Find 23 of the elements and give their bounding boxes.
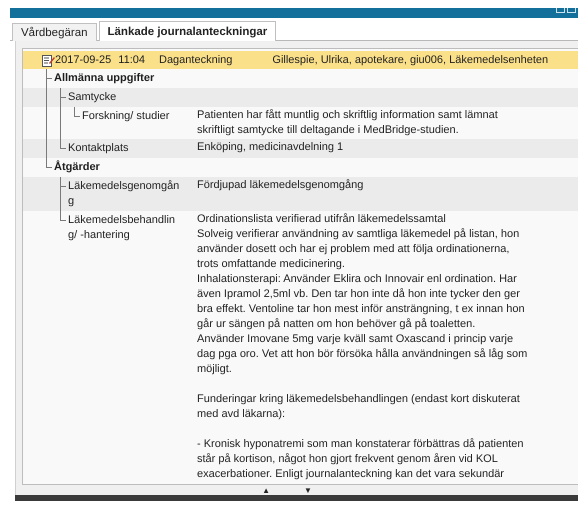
field-label: Samtycke xyxy=(67,90,118,105)
splitter-down-button[interactable]: ▼ xyxy=(304,486,312,495)
section-heading: Åtgärder xyxy=(53,159,101,175)
maximize-icon[interactable] xyxy=(567,8,576,13)
tab[interactable]: Länkade journalanteckningar xyxy=(98,21,276,41)
restore-icon[interactable] xyxy=(556,8,565,13)
tab[interactable]: Vårdbegäran xyxy=(12,23,96,41)
entry-type: Daganteckning xyxy=(159,54,232,66)
entry-author: Gillespie, Ulrika, apotekare, giu006, Läkemedelsenheten xyxy=(272,54,548,66)
splitter-up-button[interactable]: ▲ xyxy=(262,486,270,495)
entry-header[interactable]: 2017-09-25 11:04 Daganteckning Gillespie, Ulrika, apotekare, giu006, Läkemedelsenheten xyxy=(23,51,578,69)
field-value: Ordinationslista verifierad utifrån läkemedelssamtal Solveig verifierar användning av samtliga läkemedel på listan, hon använder dosett och har ej problem med att följa ordinationerna, trots omfattande medicinering. Inhalationsterapi: Använder Eklira och Innovair enl ordination. Har även Ipramol 2,5ml vb. Den tar hon inte då hon inte tycker den ger bra effekt. Ventoline tar hon mest inför ansträngning, t ex innan hon går ur sängen på natten om hon behöver gå på toaletten. Använder Imovane 5mg varje kväll samt Oxascand i princip varje dag pga oro. Vet att hon bör försöka hålla användningen så låg som möjligt. Funderingar kring läkemedelsbehandlingen (endast kort diskuterat med avd läkarna): - Kronisk hyponatremi som man konstaterar förbättras då patienten står på kortison, något hon gjort frekvent genom åren vid KOL exacerbationer. Enligt journalanteckning kan det vara sekundär xyxy=(197,212,528,482)
field-label: Läkemedelsgenomgång xyxy=(67,179,180,209)
section-heading: Allmänna uppgifter xyxy=(53,71,156,86)
note-edit-icon xyxy=(42,54,55,66)
field-value: Enköping, medicinavdelning 1 xyxy=(197,140,344,155)
entry-date: 2017-09-25 xyxy=(55,54,112,66)
entry-time: 11:04 xyxy=(118,54,145,66)
field-label: Forskning/ studier xyxy=(81,109,170,124)
field-value: Patienten har fått muntlig och skriftlig information samt lämnat skriftligt samtycke till deltagande i MedBridge-studien. xyxy=(197,108,499,138)
field-value: Fördjupad läkemedelsgenomgång xyxy=(197,178,364,193)
field-label: Läkemedelsbehandling/ -hantering xyxy=(67,213,176,243)
field-label: Kontaktplats xyxy=(67,141,130,156)
